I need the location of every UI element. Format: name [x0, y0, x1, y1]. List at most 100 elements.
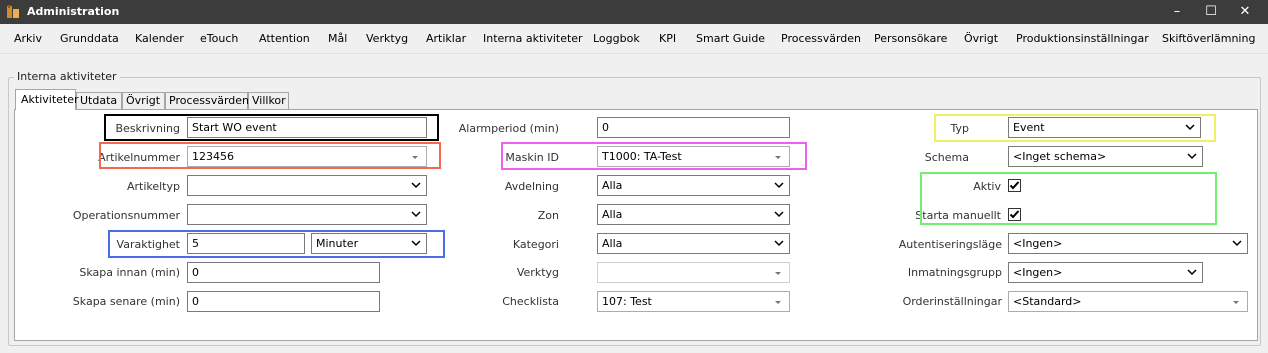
chevron-down-icon	[1187, 269, 1197, 276]
verktyg-combo[interactable]	[597, 262, 790, 283]
skapa-senare-label: Skapa senare (min)	[72, 295, 180, 308]
checkmark-icon	[1009, 210, 1020, 219]
menu-mal[interactable]: Mål	[328, 32, 347, 45]
zon-select[interactable]: Alla	[597, 204, 790, 225]
tab-processvarden[interactable]: Processvärden	[165, 92, 249, 109]
menu-bar: Arkiv Grunddata Kalender eTouch Attentio…	[0, 24, 1268, 54]
chevron-down-icon	[411, 240, 421, 247]
chevron-down-icon	[774, 182, 784, 189]
menu-loggbok[interactable]: Loggbok	[593, 32, 640, 45]
inmatningsgrupp-label: Inmatningsgrupp	[907, 266, 1002, 279]
menu-grunddata[interactable]: Grunddata	[60, 32, 119, 45]
chevron-down-icon	[1187, 153, 1197, 160]
operationsnummer-select[interactable]	[187, 204, 427, 225]
skapa-innan-input[interactable]: 0	[187, 262, 380, 283]
kategori-label: Kategori	[512, 238, 559, 251]
artikelnummer-label: Artikelnummer	[98, 151, 180, 164]
orderinstallningar-combo[interactable]: <Standard>	[1008, 291, 1248, 312]
typ-value: Event	[1013, 121, 1045, 134]
maskin-id-label: Maskin ID	[505, 151, 559, 164]
chevron-down-icon	[1232, 240, 1242, 247]
autentiseringslage-value: <Ingen>	[1013, 237, 1063, 250]
tab-utdata[interactable]: Utdata	[76, 92, 122, 109]
autentiseringslage-label: Autentiseringsläge	[898, 238, 1002, 251]
chevron-down-icon	[774, 240, 784, 247]
varaktighet-unit-value: Minuter	[316, 237, 359, 250]
schema-label: Schema	[924, 151, 969, 164]
menu-smart-guide[interactable]: Smart Guide	[696, 32, 765, 45]
skapa-innan-label: Skapa innan (min)	[79, 266, 180, 279]
kategori-select[interactable]: Alla	[597, 233, 790, 254]
close-button[interactable]: ✕	[1222, 0, 1268, 24]
checkmark-icon	[1009, 181, 1020, 190]
dropdown-arrow-icon	[1233, 301, 1239, 304]
menu-produktionsinstallningar[interactable]: Produktionsinställningar	[1016, 32, 1149, 45]
chevron-down-icon	[411, 182, 421, 189]
menu-kalender[interactable]: Kalender	[135, 32, 184, 45]
dropdown-arrow-icon	[775, 301, 781, 304]
chevron-down-icon	[1185, 124, 1195, 131]
title-bar: Administration – ☐ ✕	[0, 0, 1268, 24]
menu-arkiv[interactable]: Arkiv	[14, 32, 42, 45]
dropdown-arrow-icon	[775, 156, 781, 159]
alarmperiod-label: Alarmperiod (min)	[458, 122, 559, 135]
menu-skiftoverlamning[interactable]: Skiftöverlämning	[1162, 32, 1255, 45]
operationsnummer-label: Operationsnummer	[72, 209, 180, 222]
menu-kpi[interactable]: KPI	[659, 32, 676, 45]
verktyg-label: Verktyg	[516, 266, 559, 279]
menu-artiklar[interactable]: Artiklar	[426, 32, 466, 45]
window-title: Administration	[27, 5, 120, 18]
zon-value: Alla	[602, 208, 623, 221]
alarmperiod-input[interactable]: 0	[597, 117, 790, 138]
maskin-id-combo[interactable]: T1000: TA-Test	[597, 146, 790, 167]
skapa-senare-input[interactable]: 0	[187, 291, 380, 312]
menu-interna-aktiviteter[interactable]: Interna aktiviteter	[483, 32, 583, 45]
aktiv-label: Aktiv	[973, 180, 1001, 193]
menu-verktyg[interactable]: Verktyg	[366, 32, 408, 45]
avdelning-label: Avdelning	[504, 180, 559, 193]
beskrivning-label: Beskrivning	[115, 122, 181, 135]
beskrivning-input[interactable]: Start WO event	[187, 117, 427, 138]
starta-manuellt-checkbox[interactable]	[1008, 208, 1021, 221]
tab-aktiviteter[interactable]: Aktiviteter	[15, 89, 79, 110]
kategori-value: Alla	[602, 237, 623, 250]
autentiseringslage-select[interactable]: <Ingen>	[1008, 233, 1248, 254]
dropdown-arrow-icon	[775, 272, 781, 275]
chevron-down-icon	[774, 211, 784, 218]
schema-select[interactable]: <Inget schema>	[1008, 146, 1203, 167]
app-icon	[7, 5, 19, 18]
varaktighet-label: Varaktighet	[116, 238, 180, 251]
menu-processvarden[interactable]: Processvärden	[781, 32, 861, 45]
typ-select[interactable]: Event	[1008, 117, 1201, 138]
maskin-id-value: T1000: TA-Test	[602, 150, 682, 163]
typ-label: Typ	[950, 122, 970, 135]
avdelning-select[interactable]: Alla	[597, 175, 790, 196]
artikelnummer-combo[interactable]: 123456	[187, 146, 427, 167]
group-label: Interna aktiviteter	[14, 70, 120, 83]
zon-label: Zon	[537, 209, 559, 222]
varaktighet-input[interactable]: 5	[187, 233, 305, 254]
menu-etouch[interactable]: eTouch	[200, 32, 238, 45]
avdelning-value: Alla	[602, 179, 623, 192]
varaktighet-unit-select[interactable]: Minuter	[311, 233, 427, 254]
chevron-down-icon	[411, 211, 421, 218]
tab-ovrigt[interactable]: Övrigt	[122, 92, 165, 109]
dropdown-arrow-icon	[412, 156, 418, 159]
artikeltyp-label: Artikeltyp	[126, 180, 180, 193]
starta-manuellt-label: Starta manuellt	[915, 209, 1001, 222]
checklista-combo[interactable]: 107: Test	[597, 291, 790, 312]
orderinstallningar-value: <Standard>	[1013, 295, 1082, 308]
checklista-label: Checklista	[502, 295, 559, 308]
aktiv-checkbox[interactable]	[1008, 179, 1021, 192]
menu-ovrigt[interactable]: Övrigt	[964, 32, 998, 45]
orderinstallningar-label: Orderinställningar	[902, 295, 1002, 308]
inmatningsgrupp-select[interactable]: <Ingen>	[1008, 262, 1203, 283]
menu-personsokare[interactable]: Personsökare	[874, 32, 947, 45]
artikelnummer-value: 123456	[192, 150, 234, 163]
menu-attention[interactable]: Attention	[259, 32, 310, 45]
checklista-value: 107: Test	[602, 295, 652, 308]
inmatningsgrupp-value: <Ingen>	[1013, 266, 1063, 279]
schema-value: <Inget schema>	[1013, 150, 1107, 163]
tab-villkor[interactable]: Villkor	[248, 92, 289, 109]
artikeltyp-select[interactable]	[187, 175, 427, 196]
